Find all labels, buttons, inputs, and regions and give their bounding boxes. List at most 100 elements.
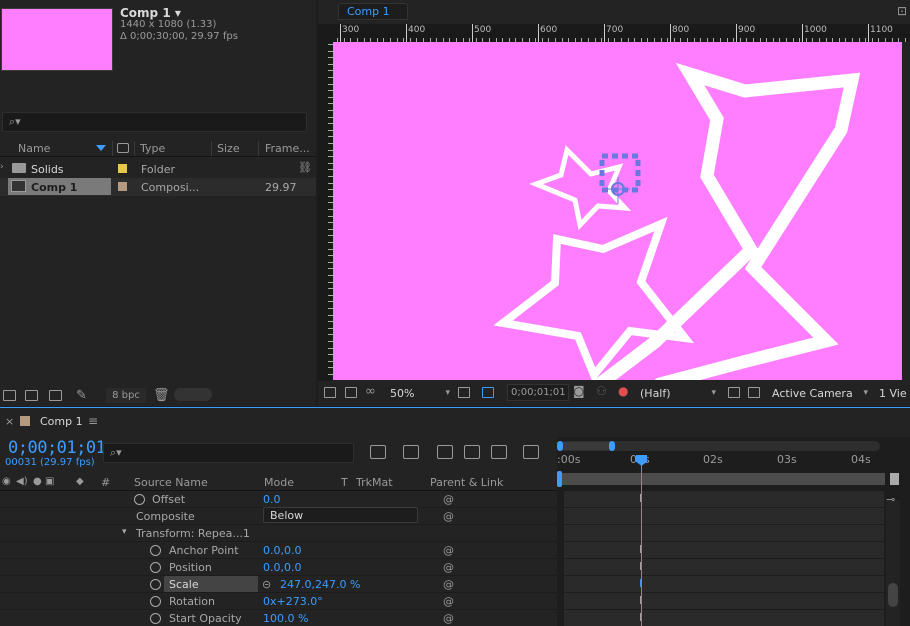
col-frame[interactable]: Frame... — [265, 142, 310, 155]
project-item-solids[interactable]: › Solids Folder ⛓ — [0, 160, 316, 178]
label-tag-icon[interactable]: ◆ — [76, 476, 84, 487]
col-source-name[interactable]: Source Name — [134, 476, 208, 489]
label-color[interactable] — [118, 164, 127, 173]
property-value[interactable]: 0.0,0.0 — [263, 561, 301, 574]
stopwatch-icon[interactable] — [150, 545, 161, 556]
twirl-open-icon[interactable]: ▾ — [122, 527, 127, 537]
playhead-line[interactable] — [641, 457, 642, 626]
vertical-scrollbar-thumb[interactable] — [888, 583, 898, 607]
constrain-proportions-icon[interactable]: ⊝ — [262, 578, 271, 591]
region-of-interest-icon[interactable] — [482, 387, 494, 398]
current-time-display[interactable]: 0;00;01;01 — [8, 438, 106, 458]
grid-guides-icon[interactable] — [458, 387, 470, 398]
property-value[interactable]: 0.0,0.0 — [263, 544, 301, 557]
project-search-input[interactable]: ⌕▾ — [2, 112, 307, 132]
current-time-field[interactable]: 0;00;01;01 — [507, 384, 569, 401]
resolution-value: (Half) — [640, 387, 671, 400]
comp-mini-flowchart-icon[interactable] — [370, 445, 386, 459]
zoom-dropdown[interactable]: 50% ▾ — [390, 385, 452, 402]
pickwhip-icon[interactable]: @ — [443, 510, 454, 523]
property-row-rotation[interactable]: Rotation 0x+273.0° @ — [0, 593, 557, 610]
panel-menu-icon[interactable]: ≡ — [88, 414, 98, 428]
work-area-bar[interactable] — [558, 473, 885, 485]
bit-depth-button[interactable]: 8 bpc — [106, 388, 146, 403]
stopwatch-icon[interactable] — [134, 494, 145, 505]
stopwatch-icon[interactable] — [150, 613, 161, 624]
pickwhip-icon[interactable]: @ — [443, 493, 454, 506]
comp-name[interactable]: Comp 1 ▾ — [120, 6, 181, 20]
property-row-start-opacity[interactable]: Start Opacity 100.0 % @ — [0, 610, 557, 626]
lock-icon[interactable]: ⊡ — [897, 4, 907, 18]
monitor-icon[interactable] — [345, 387, 357, 398]
property-value[interactable]: 0x+273.0° — [263, 595, 323, 608]
composition-canvas[interactable] — [333, 42, 902, 380]
property-value[interactable]: 0.0 — [263, 493, 281, 506]
vertical-scrollbar[interactable] — [886, 500, 900, 626]
interpret-footage-icon[interactable] — [3, 390, 16, 401]
sort-arrow-icon[interactable] — [96, 145, 106, 151]
label-color[interactable] — [118, 182, 127, 191]
navigator-start-handle[interactable] — [557, 441, 563, 451]
viewer-tab[interactable]: Comp 1 — [338, 3, 408, 20]
trash-icon[interactable]: 🗑 — [153, 388, 170, 403]
pickwhip-icon[interactable]: @ — [443, 595, 454, 608]
frame-blending-icon[interactable] — [464, 445, 480, 459]
motion-blur-icon[interactable] — [491, 445, 507, 459]
transparency-grid-icon[interactable] — [748, 387, 760, 398]
pickwhip-icon[interactable]: @ — [443, 561, 454, 574]
property-value[interactable]: 100.0 % — [263, 612, 308, 625]
fast-previews-icon[interactable] — [728, 387, 740, 398]
pickwhip-icon[interactable]: @ — [443, 544, 454, 557]
draft-3d-icon[interactable] — [403, 445, 419, 459]
project-item-comp1[interactable]: Comp 1 Composi... 29.97 — [0, 178, 316, 196]
horizontal-scrollbar[interactable] — [174, 388, 212, 401]
stopwatch-icon[interactable] — [150, 562, 161, 573]
adjust-icon[interactable]: ✎ — [76, 388, 87, 403]
timeline-search-input[interactable]: ⌕▾ — [103, 443, 354, 463]
property-row-offset[interactable]: Offset 0.0 @ — [0, 491, 557, 508]
camera-dropdown[interactable]: Active Camera ▾ — [772, 385, 870, 402]
work-area-end-handle[interactable] — [890, 473, 899, 485]
pickwhip-icon[interactable]: @ — [443, 578, 454, 591]
always-preview-icon[interactable] — [324, 387, 336, 398]
navigator-end-handle[interactable] — [609, 441, 615, 451]
layer-handles[interactable] — [599, 153, 641, 204]
mask-visibility-icon[interactable]: ∞ — [365, 384, 376, 399]
graph-editor-icon[interactable] — [523, 445, 539, 459]
stopwatch-icon[interactable] — [150, 596, 161, 607]
property-value[interactable]: 247.0,247.0 % — [280, 578, 360, 591]
shy-layers-icon[interactable] — [437, 445, 453, 459]
property-row-scale[interactable]: Scale ⊝ 247.0,247.0 % @ — [0, 576, 557, 593]
eye-icon[interactable]: ◉ — [2, 476, 11, 487]
new-folder-icon[interactable] — [25, 390, 38, 401]
col-parent[interactable]: Parent & Link — [430, 476, 503, 489]
solo-icon[interactable]: ● — [33, 476, 42, 487]
twirl-icon[interactable]: › — [0, 162, 4, 172]
channel-rgb-icon[interactable]: ● — [618, 384, 628, 398]
work-area-start-handle[interactable] — [557, 471, 562, 487]
lock-icon[interactable]: ▣ — [45, 476, 54, 487]
label-tag-icon[interactable] — [117, 143, 129, 153]
audio-icon[interactable]: ◀) — [16, 476, 28, 487]
composite-dropdown[interactable]: Below ⌄ — [263, 507, 418, 523]
flowchart-icon[interactable]: ⛓ — [298, 161, 312, 174]
timeline-tab[interactable]: Comp 1 — [40, 415, 83, 428]
col-trkmat[interactable]: TrkMat — [356, 476, 393, 489]
col-mode[interactable]: Mode — [264, 476, 294, 489]
zoom-in-icon[interactable]: ⊸ — [886, 493, 895, 506]
col-name[interactable]: Name — [18, 142, 50, 155]
col-size[interactable]: Size — [217, 142, 240, 155]
pickwhip-icon[interactable]: @ — [443, 612, 454, 625]
new-composition-icon[interactable] — [49, 390, 62, 401]
property-row-anchor-point[interactable]: Anchor Point 0.0,0.0 @ — [0, 542, 557, 559]
show-snapshot-icon[interactable]: ⚇ — [596, 384, 607, 398]
property-row-position[interactable]: Position 0.0,0.0 @ — [0, 559, 557, 576]
camera-snapshot-icon[interactable]: ◙ — [573, 384, 585, 398]
close-tab-icon[interactable]: × — [5, 415, 14, 428]
time-navigator-range[interactable] — [560, 442, 612, 450]
stopwatch-icon[interactable] — [150, 579, 161, 590]
views-dropdown[interactable]: 1 Vie — [879, 385, 910, 402]
property-group-transform[interactable]: ▾ Transform: Repea...1 — [0, 525, 557, 542]
resolution-dropdown[interactable]: (Half) ▾ — [640, 385, 718, 402]
col-type[interactable]: Type — [140, 142, 165, 155]
